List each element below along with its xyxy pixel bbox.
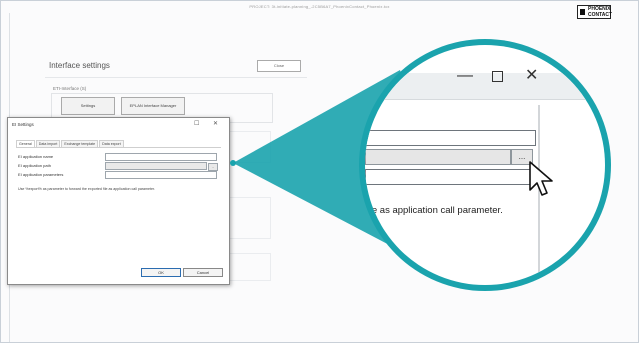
application-parameters-label: EI application parameters: [18, 172, 64, 177]
interface-settings-title: Interface settings: [49, 61, 110, 70]
parameter-hint: Use %export% as parameter to forward the…: [18, 187, 156, 191]
tab-data-import[interactable]: Data import: [35, 140, 61, 147]
divider: [45, 77, 307, 78]
magnified-path-input[interactable]: [365, 149, 511, 165]
eplan-interface-manager-button[interactable]: EPLAN Interface Manager: [121, 97, 185, 115]
dialog-title: EI Settings: [12, 122, 34, 127]
application-name-label: EI application name: [18, 154, 54, 159]
background-panel: [223, 253, 271, 281]
group-label: ETI-Interface (S): [53, 86, 87, 91]
magnified-titlebar: [365, 73, 605, 100]
application-path-label: EI application path: [18, 163, 51, 168]
magnified-view: — ✕ ... file as application call paramet…: [365, 45, 605, 285]
application-parameters-input[interactable]: [105, 171, 217, 179]
cancel-button[interactable]: Cancel: [183, 268, 223, 277]
ei-settings-dialog: EI Settings ☐ ✕ General Data import Exch…: [7, 117, 230, 285]
minimize-icon[interactable]: —: [457, 67, 473, 85]
browse-button[interactable]: ...: [208, 163, 218, 171]
tab-underline: [16, 147, 221, 148]
window-title: PROJECT: 3t-initiate-planning_-2C5B6A7_P…: [249, 4, 390, 9]
tab-general[interactable]: General: [16, 140, 35, 147]
close-button[interactable]: Close: [257, 60, 301, 72]
maximize-icon[interactable]: [492, 71, 503, 82]
minimize-icon[interactable]: ☐: [194, 120, 199, 127]
tab-exchange-template[interactable]: Exchange template: [61, 140, 99, 147]
background-panel: [223, 197, 271, 239]
magnified-parameters-input[interactable]: [365, 169, 536, 185]
close-icon[interactable]: ✕: [525, 65, 538, 85]
settings-button[interactable]: Settings: [61, 97, 115, 115]
application-path-input[interactable]: [105, 162, 207, 170]
background-panel: [223, 131, 271, 163]
tab-data-export[interactable]: Data export: [99, 140, 124, 147]
application-name-input[interactable]: [105, 153, 217, 161]
magnified-hint: file as application call parameter.: [365, 205, 503, 216]
mouse-cursor-icon: [529, 161, 553, 196]
tab-bar: General Data import Exchange template Da…: [16, 140, 125, 147]
close-icon[interactable]: ✕: [213, 120, 218, 127]
phoenix-contact-logo: PHOENIX CONTACT: [577, 5, 612, 19]
magnified-name-input[interactable]: [365, 130, 536, 146]
ok-button[interactable]: OK: [141, 268, 181, 277]
